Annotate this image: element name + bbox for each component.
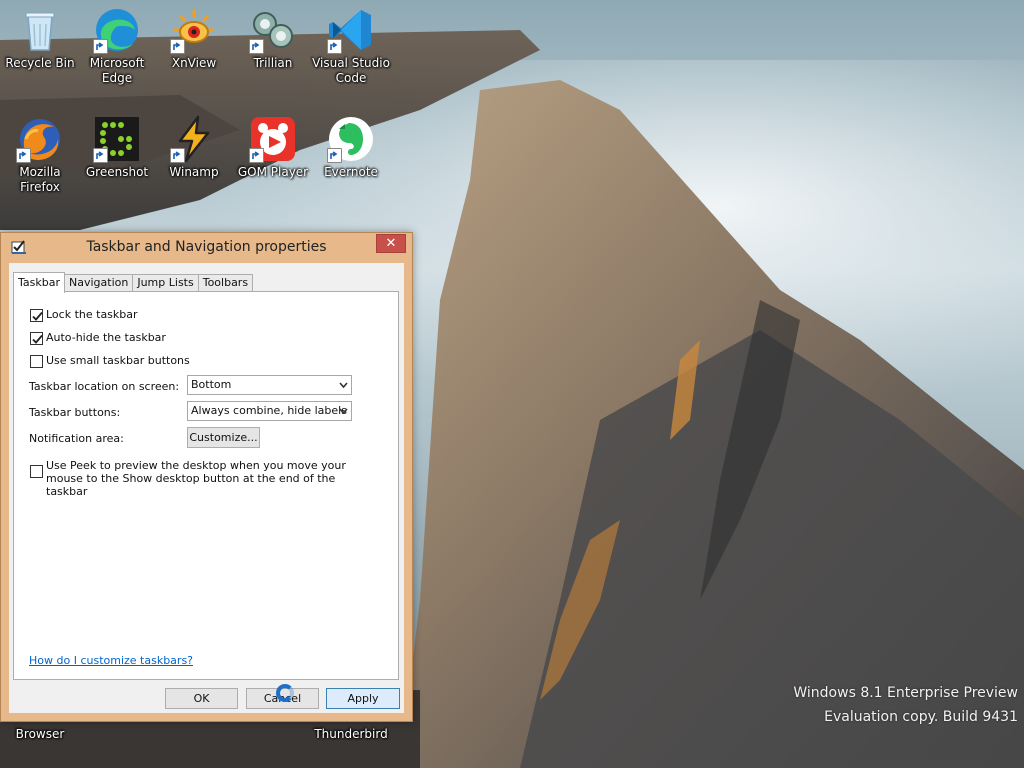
shortcut-arrow-icon (93, 39, 108, 54)
desktop-icon-winamp[interactable]: Winamp (154, 111, 234, 207)
vscode-icon (327, 6, 375, 54)
evernote-icon (327, 115, 375, 163)
desktop-icon-xnview[interactable]: XnView (154, 2, 234, 98)
close-button[interactable]: ✕ (376, 234, 406, 253)
shortcut-arrow-icon (249, 148, 264, 163)
busy-cursor-icon (276, 684, 294, 702)
windows-version-watermark: Windows 8.1 Enterprise Preview (793, 685, 1018, 701)
dialog-title: Taskbar and Navigation properties (86, 239, 327, 255)
desktop-icon-label: Winamp (169, 165, 219, 179)
shortcut-arrow-icon (327, 148, 342, 163)
chevron-down-icon (339, 382, 348, 389)
desktop-icon-evernote[interactable]: Evernote (311, 111, 391, 207)
recycle-bin-icon (16, 6, 64, 54)
desktop-icon-label: GOM Player (237, 165, 309, 179)
lock-taskbar-option[interactable]: Lock the taskbar (30, 308, 138, 322)
taskbar-buttons-dropdown[interactable]: Always combine, hide labels (187, 401, 352, 421)
checkmark-icon (32, 311, 43, 321)
auto-hide-checkbox[interactable] (30, 332, 43, 345)
desktop-icon-greenshot[interactable]: Greenshot (77, 111, 157, 207)
desktop-icon-label: Thunderbird (314, 727, 388, 741)
location-value: Bottom (191, 378, 232, 391)
desktop-icon-label: Trillian (253, 56, 293, 70)
winamp-icon (170, 115, 218, 163)
desktop-icon-label: Visual Studio Code (312, 56, 390, 85)
auto-hide-option[interactable]: Auto-hide the taskbar (30, 331, 166, 345)
checkmark-icon (32, 334, 43, 344)
desktop-icon-gom-player[interactable]: GOM Player (233, 111, 313, 207)
tab-toolbars[interactable]: Toolbars (197, 274, 254, 292)
location-label: Taskbar location on screen: (29, 380, 180, 393)
edge-icon (93, 6, 141, 54)
auto-hide-label: Auto-hide the taskbar (46, 331, 166, 344)
desktop-icon-recycle-bin[interactable]: Recycle Bin (0, 2, 80, 98)
tab-jump-lists[interactable]: Jump Lists (132, 274, 199, 292)
trillian-icon (249, 6, 297, 54)
chevron-down-icon (339, 408, 348, 415)
lock-taskbar-label: Lock the taskbar (46, 308, 138, 321)
firefox-icon (16, 115, 64, 163)
dialog-titlebar[interactable]: Taskbar and Navigation properties ✕ (1, 233, 412, 262)
taskbar-tab-panel: Lock the taskbar Auto-hide the taskbar U… (13, 291, 399, 680)
desktop-icon-label: Greenshot (85, 165, 149, 179)
desktop-icon-microsoft-edge[interactable]: Microsoft Edge (77, 2, 157, 98)
evaluation-build-watermark: Evaluation copy. Build 9431 (824, 709, 1018, 725)
lock-taskbar-checkbox[interactable] (30, 309, 43, 322)
desktop-icon-trillian[interactable]: Trillian (233, 2, 313, 98)
tab-strip: Taskbar Navigation Jump Lists Toolbars (13, 271, 254, 293)
desktop-icon-label: Mozilla Firefox (19, 165, 61, 194)
peek-option[interactable]: Use Peek to preview the desktop when you… (30, 459, 376, 498)
small-buttons-option[interactable]: Use small taskbar buttons (30, 354, 190, 368)
close-icon: ✕ (385, 236, 397, 251)
desktop-icon-label: Browser (15, 727, 65, 741)
peek-checkbox[interactable] (30, 465, 43, 478)
notification-area-label: Notification area: (29, 432, 124, 445)
tab-taskbar[interactable]: Taskbar (13, 272, 65, 293)
shortcut-arrow-icon (327, 39, 342, 54)
desktop-icon-label: Evernote (324, 165, 378, 179)
shortcut-arrow-icon (16, 148, 31, 163)
taskbar-buttons-label: Taskbar buttons: (29, 406, 121, 419)
taskbar-buttons-value: Always combine, hide labels (191, 404, 347, 417)
gom-player-icon (249, 115, 297, 163)
desktop-icon-label: XnView (171, 56, 217, 70)
desktop-icon-visual-studio-code[interactable]: Visual Studio Code (311, 2, 391, 98)
shortcut-arrow-icon (170, 39, 185, 54)
ok-button[interactable]: OK (165, 688, 238, 709)
small-buttons-label: Use small taskbar buttons (46, 354, 190, 367)
dialog-client-area: Taskbar Navigation Jump Lists Toolbars L… (9, 263, 404, 713)
apply-button[interactable]: Apply (326, 688, 400, 709)
xnview-icon (170, 6, 218, 54)
shortcut-arrow-icon (170, 148, 185, 163)
greenshot-icon (93, 115, 141, 163)
customize-button[interactable]: Customize... (187, 427, 260, 448)
small-buttons-checkbox[interactable] (30, 355, 43, 368)
desktop-icon-mozilla-firefox[interactable]: Mozilla Firefox (0, 111, 80, 207)
tab-navigation[interactable]: Navigation (64, 274, 134, 292)
shortcut-arrow-icon (249, 39, 264, 54)
help-link[interactable]: How do I customize taskbars? (29, 654, 193, 667)
desktop-icon-label: Recycle Bin (5, 56, 75, 70)
taskbar-properties-dialog: Taskbar and Navigation properties ✕ Task… (0, 232, 413, 722)
desktop-icon-label: Microsoft Edge (89, 56, 145, 85)
location-dropdown[interactable]: Bottom (187, 375, 352, 395)
peek-label: Use Peek to preview the desktop when you… (46, 459, 346, 498)
shortcut-arrow-icon (93, 148, 108, 163)
